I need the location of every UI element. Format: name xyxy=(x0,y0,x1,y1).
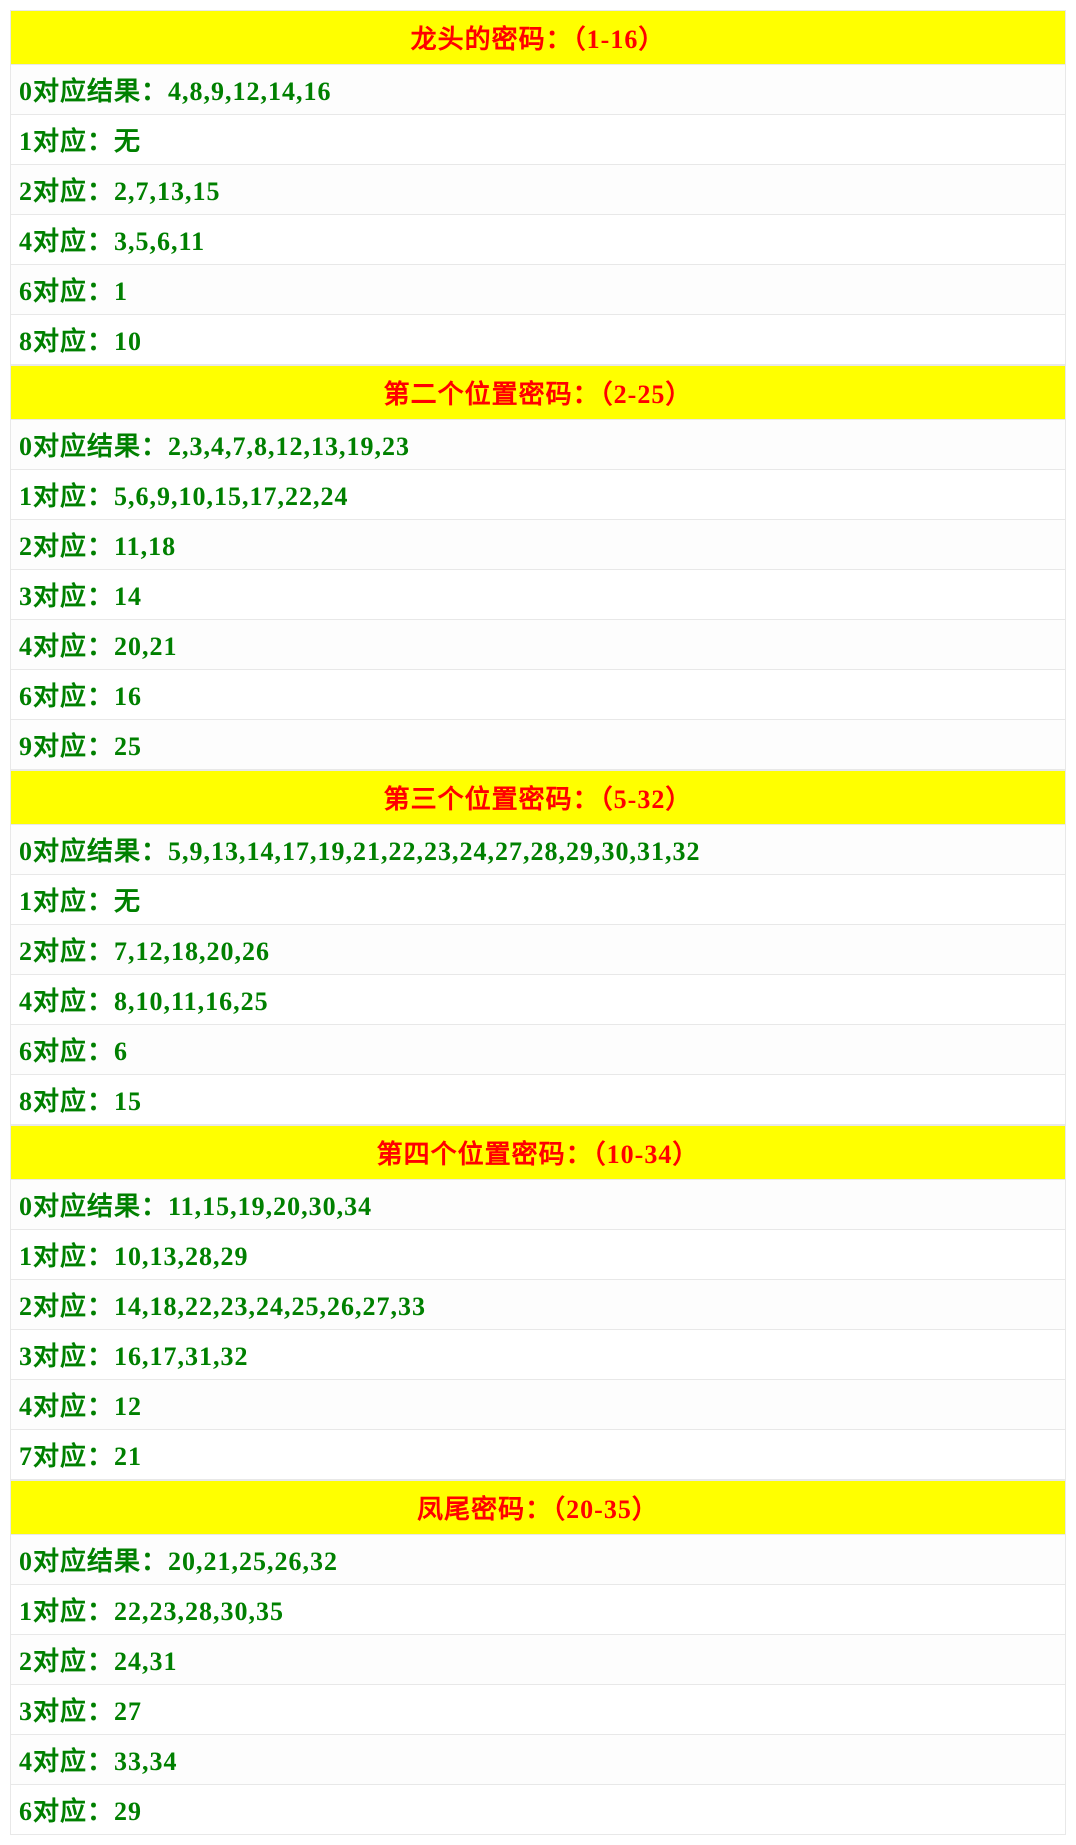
data-row: 1对应：无 xyxy=(10,875,1066,925)
data-row: 6对应：16 xyxy=(10,670,1066,720)
data-row: 1对应：5,6,9,10,15,17,22,24 xyxy=(10,470,1066,520)
section-header: 龙头的密码：（1-16） xyxy=(10,10,1066,65)
data-row: 7对应：21 xyxy=(10,1430,1066,1480)
table-container: 龙头的密码：（1-16）0对应结果：4,8,9,12,14,161对应：无2对应… xyxy=(10,10,1066,1835)
data-row: 6对应：6 xyxy=(10,1025,1066,1075)
data-row: 0对应结果：11,15,19,20,30,34 xyxy=(10,1180,1066,1230)
data-row: 4对应：8,10,11,16,25 xyxy=(10,975,1066,1025)
data-row: 1对应：无 xyxy=(10,115,1066,165)
data-row: 3对应：16,17,31,32 xyxy=(10,1330,1066,1380)
data-row: 4对应：3,5,6,11 xyxy=(10,215,1066,265)
section-header: 第三个位置密码：（5-32） xyxy=(10,770,1066,825)
section: 龙头的密码：（1-16）0对应结果：4,8,9,12,14,161对应：无2对应… xyxy=(10,10,1066,365)
section: 第三个位置密码：（5-32）0对应结果：5,9,13,14,17,19,21,2… xyxy=(10,770,1066,1125)
data-row: 3对应：14 xyxy=(10,570,1066,620)
section-header: 凤尾密码：（20-35） xyxy=(10,1480,1066,1535)
data-row: 1对应：10,13,28,29 xyxy=(10,1230,1066,1280)
data-row: 8对应：15 xyxy=(10,1075,1066,1125)
data-row: 6对应：29 xyxy=(10,1785,1066,1835)
data-row: 0对应结果：4,8,9,12,14,16 xyxy=(10,65,1066,115)
data-row: 2对应：14,18,22,23,24,25,26,27,33 xyxy=(10,1280,1066,1330)
section: 第二个位置密码：（2-25）0对应结果：2,3,4,7,8,12,13,19,2… xyxy=(10,365,1066,770)
data-row: 4对应：33,34 xyxy=(10,1735,1066,1785)
data-row: 9对应：25 xyxy=(10,720,1066,770)
section: 第四个位置密码：（10-34）0对应结果：11,15,19,20,30,341对… xyxy=(10,1125,1066,1480)
data-row: 3对应：27 xyxy=(10,1685,1066,1735)
data-row: 6对应：1 xyxy=(10,265,1066,315)
data-row: 2对应：24,31 xyxy=(10,1635,1066,1685)
data-row: 4对应：20,21 xyxy=(10,620,1066,670)
data-row: 0对应结果：2,3,4,7,8,12,13,19,23 xyxy=(10,420,1066,470)
section: 凤尾密码：（20-35）0对应结果：20,21,25,26,321对应：22,2… xyxy=(10,1480,1066,1835)
data-row: 8对应：10 xyxy=(10,315,1066,365)
data-row: 1对应：22,23,28,30,35 xyxy=(10,1585,1066,1635)
data-row: 2对应：11,18 xyxy=(10,520,1066,570)
data-row: 0对应结果：5,9,13,14,17,19,21,22,23,24,27,28,… xyxy=(10,825,1066,875)
section-header: 第四个位置密码：（10-34） xyxy=(10,1125,1066,1180)
data-row: 0对应结果：20,21,25,26,32 xyxy=(10,1535,1066,1585)
section-header: 第二个位置密码：（2-25） xyxy=(10,365,1066,420)
data-row: 4对应：12 xyxy=(10,1380,1066,1430)
data-row: 2对应：7,12,18,20,26 xyxy=(10,925,1066,975)
data-row: 2对应：2,7,13,15 xyxy=(10,165,1066,215)
